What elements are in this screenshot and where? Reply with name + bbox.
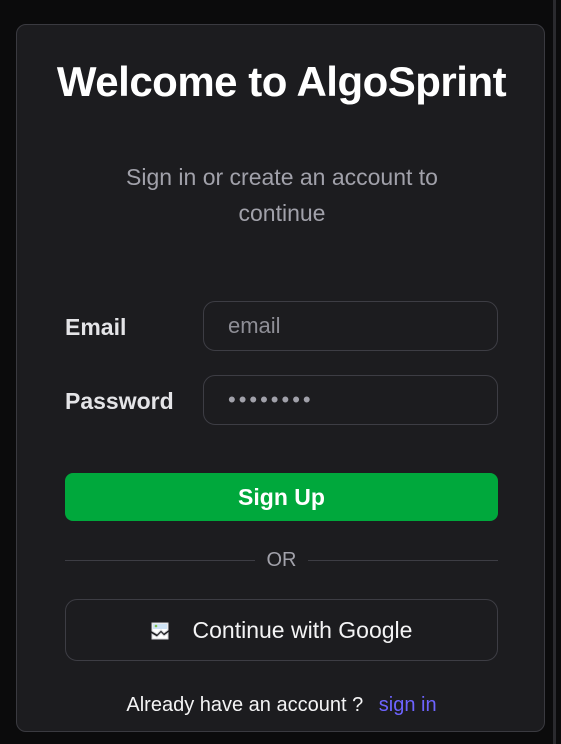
auth-card: Welcome to AlgoSprint Sign in or create …: [16, 24, 545, 732]
divider-line-left: [65, 560, 255, 561]
password-input[interactable]: [203, 375, 498, 425]
divider-line-right: [308, 560, 498, 561]
broken-image-icon: [151, 620, 175, 640]
page-title: Welcome to AlgoSprint: [56, 58, 507, 105]
footer-prompt-text: Already have an account ?: [126, 694, 364, 716]
sign-in-link[interactable]: sign in: [379, 694, 437, 716]
password-label: Password: [65, 388, 174, 414]
email-label: Email: [65, 314, 127, 340]
sign-up-button[interactable]: Sign Up: [65, 473, 498, 521]
window-edge: [553, 0, 556, 744]
continue-with-google-button[interactable]: Continue with Google: [65, 599, 498, 661]
email-input[interactable]: [203, 301, 498, 351]
google-button-label: Continue with Google: [192, 616, 413, 643]
footer-prompt: Already have an account ? sign in: [17, 692, 546, 718]
page-subtitle: Sign in or create an account to continue: [126, 164, 438, 226]
divider-or-text: OR: [266, 549, 297, 571]
